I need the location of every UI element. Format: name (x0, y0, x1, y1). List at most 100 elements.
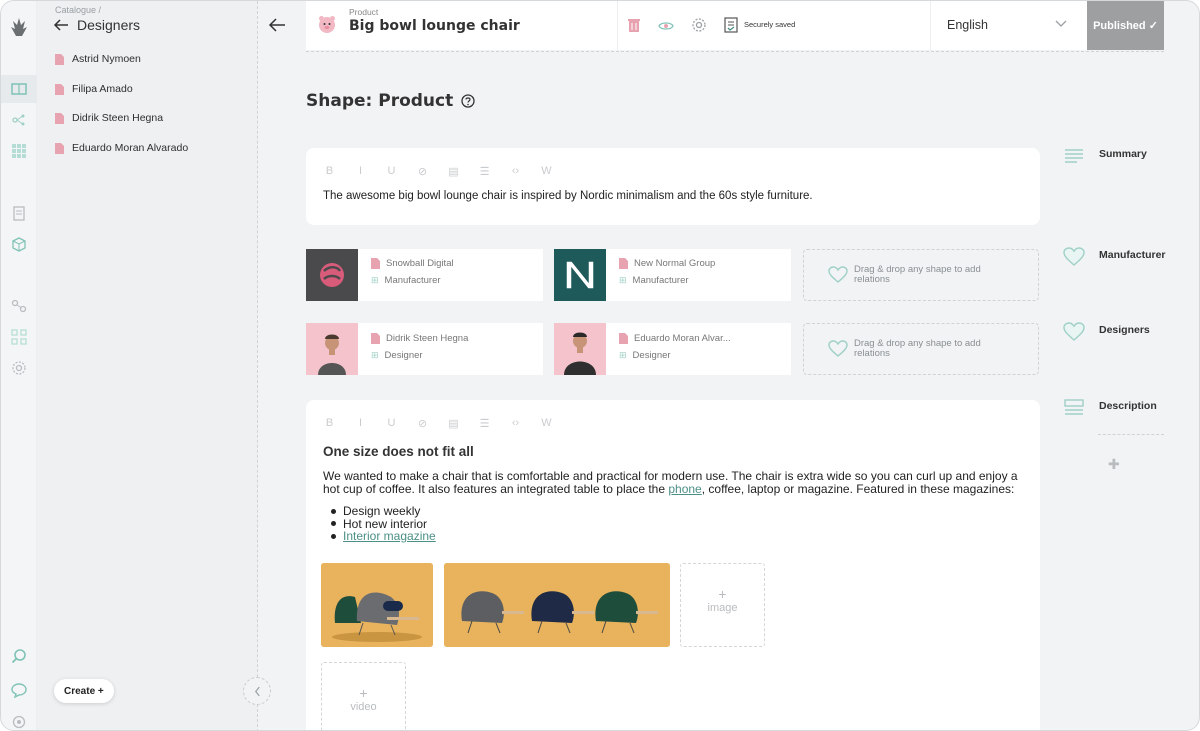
chat-icon[interactable] (11, 682, 27, 698)
code-icon[interactable]: ‹› (509, 417, 522, 430)
quote-icon[interactable]: W (540, 417, 553, 430)
language-select[interactable]: English (947, 18, 988, 32)
link-icon[interactable]: ⊘ (416, 417, 429, 430)
plus-icon: + (718, 586, 727, 602)
quote-icon[interactable]: W (540, 165, 553, 178)
relation-role: ⊞ Designer (371, 350, 423, 361)
index-item-label: Manufacturer (1099, 249, 1166, 261)
list-icon[interactable]: ☰ (478, 165, 491, 178)
manufacturer-drop-zone[interactable]: Drag & drop any shape to add relations (803, 249, 1039, 301)
relation-role-text: Designer (384, 350, 423, 361)
code-icon[interactable]: ‹› (509, 165, 522, 178)
index-item-summary[interactable]: Summary (1063, 146, 1147, 166)
didrik-avatar (306, 323, 358, 375)
shape-title-text: Shape: Product (306, 91, 454, 111)
bold-icon[interactable]: B (323, 417, 336, 430)
add-video-button[interactable]: + video (321, 662, 406, 730)
summary-text[interactable]: The awesome big bowl lounge chair is ins… (323, 190, 813, 202)
tree-item-didrik[interactable]: Didrik Steen Hegna (55, 112, 163, 124)
phone-link[interactable]: phone (668, 482, 701, 496)
help-icon[interactable] (461, 94, 475, 108)
add-video-label: video (350, 701, 377, 713)
tree-item-label: Astrid Nymoen (72, 53, 141, 65)
document-icon (55, 112, 64, 124)
chair-image-2[interactable] (444, 563, 670, 647)
summary-card[interactable] (306, 148, 1040, 225)
interior-magazine-link[interactable]: Interior magazine (343, 530, 436, 543)
orders-icon[interactable] (11, 205, 27, 221)
heart-icon (1063, 322, 1085, 342)
settings-icon[interactable] (11, 360, 27, 376)
list-item: Design weekly (331, 505, 436, 518)
search-icon[interactable] (11, 648, 27, 664)
webhooks-icon[interactable] (11, 298, 27, 314)
add-component-icon[interactable]: ✚ (1108, 456, 1120, 473)
tree-item-filipa[interactable]: Filipa Amado (55, 83, 133, 95)
relation-card-snowball[interactable]: Snowball Digital ⊞ Manufacturer (306, 249, 543, 301)
drop-zone-text: Drag & drop any shape to add relations (854, 338, 981, 359)
relation-card-new-normal[interactable]: New Normal Group ⊞ Manufacturer (554, 249, 791, 301)
document-icon (619, 258, 628, 269)
box-icon[interactable] (11, 236, 27, 252)
heading-icon[interactable]: ▤ (447, 417, 460, 430)
product-icon (317, 14, 337, 34)
shape-icon: ⊞ (619, 350, 627, 360)
relation-card-didrik[interactable]: Didrik Steen Hegna ⊞ Designer (306, 323, 543, 375)
index-item-designers[interactable]: Designers (1063, 322, 1150, 342)
chevron-down-icon[interactable] (1055, 19, 1067, 29)
logo-icon[interactable] (10, 17, 28, 37)
chair-image-1[interactable] (321, 563, 433, 647)
index-item-description[interactable]: Description (1063, 398, 1157, 418)
tree-panel (37, 1, 257, 730)
shapes-icon[interactable] (11, 329, 27, 345)
settings-icon[interactable] (691, 17, 707, 33)
italic-icon[interactable]: I (354, 417, 367, 430)
description-paragraph[interactable]: We wanted to make a chair that is comfor… (323, 470, 1023, 496)
tree-item-eduardo[interactable]: Eduardo Moran Alvarado (55, 142, 188, 154)
tree-item-astrid[interactable]: Astrid Nymoen (55, 53, 141, 65)
heading-icon[interactable]: ▤ (447, 165, 460, 178)
catalogue-icon[interactable] (11, 81, 27, 97)
paragraph-icon (1063, 146, 1085, 166)
italic-icon[interactable]: I (354, 165, 367, 178)
shape-title: Shape: Product (306, 91, 475, 111)
back-arrow-icon[interactable] (268, 17, 286, 33)
description-heading[interactable]: One size does not fit all (323, 444, 474, 459)
user-settings-icon[interactable] (11, 714, 27, 730)
back-arrow-icon[interactable] (53, 18, 69, 32)
tree-item-label: Filipa Amado (72, 83, 133, 95)
publish-button[interactable]: Published ✓ (1087, 1, 1164, 50)
topics-icon[interactable] (11, 112, 27, 128)
relation-name: Didrik Steen Hegna (371, 333, 468, 344)
icon-rail (1, 1, 37, 730)
document-icon (619, 333, 628, 344)
breadcrumb[interactable]: Catalogue / (55, 5, 101, 15)
relation-role-text: Manufacturer (632, 275, 689, 286)
create-button[interactable]: Create + (54, 679, 114, 703)
underline-icon[interactable]: U (385, 165, 398, 178)
save-status: Securely saved (744, 20, 796, 29)
add-image-button[interactable]: + image (680, 563, 765, 647)
bold-icon[interactable]: B (323, 165, 336, 178)
collapse-panel-button[interactable] (243, 677, 271, 705)
relation-name-text: Didrik Steen Hegna (386, 333, 469, 344)
item-type-label: Product (349, 7, 379, 17)
link-icon[interactable]: ⊘ (416, 165, 429, 178)
document-icon (55, 83, 64, 95)
index-item-label: Designers (1099, 324, 1150, 336)
trash-icon[interactable] (626, 17, 642, 33)
list-item-text: Design weekly (343, 504, 421, 518)
underline-icon[interactable]: U (385, 417, 398, 430)
tree-item-label: Didrik Steen Hegna (72, 112, 164, 124)
relation-role: ⊞ Designer (619, 350, 671, 361)
relation-card-eduardo[interactable]: Eduardo Moran Alvar... ⊞ Designer (554, 323, 791, 375)
new-normal-logo (554, 249, 606, 301)
index-item-manufacturer[interactable]: Manufacturer (1063, 247, 1166, 267)
snowball-logo (306, 249, 358, 301)
designer-drop-zone[interactable]: Drag & drop any shape to add relations (803, 323, 1039, 375)
preview-eye-icon[interactable] (658, 17, 674, 33)
list-icon[interactable]: ☰ (478, 417, 491, 430)
grid-icon[interactable] (11, 143, 27, 159)
item-title[interactable]: Big bowl lounge chair (349, 18, 520, 34)
saved-document-icon (723, 17, 739, 33)
